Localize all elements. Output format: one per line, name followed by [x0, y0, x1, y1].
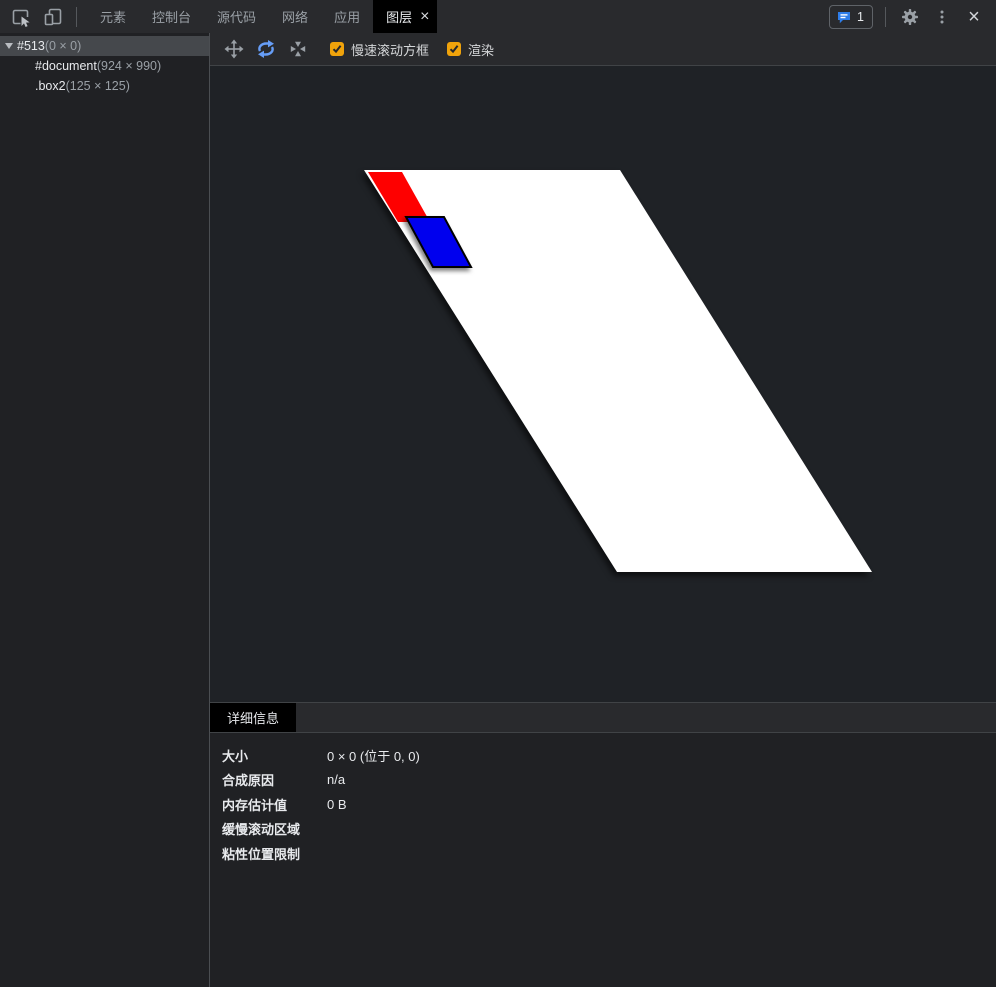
layer-tree-item-513[interactable]: #513(0 × 0)	[0, 36, 209, 56]
tab-elements[interactable]: 元素	[87, 0, 139, 33]
slow-scroll-rects-label: 慢速滚动方框	[351, 40, 429, 59]
detail-label: 缓慢滚动区域	[222, 819, 327, 838]
layer-tree-item-document[interactable]: #document(924 × 990)	[0, 56, 209, 76]
layer-tree-item-box2[interactable]: .box2(125 × 125)	[0, 76, 209, 96]
details-body: 大小 0 × 0 (位于 0, 0) 合成原因 n/a 内存估计值 0 B 缓慢…	[210, 733, 996, 987]
detail-row-slow-scroll-regions: 缓慢滚动区域	[222, 817, 996, 842]
tabbar-left-icons	[0, 0, 87, 33]
detail-label: 内存估计值	[222, 795, 327, 814]
layers-main: 慢速滚动方框 渲染	[210, 33, 996, 987]
paints-label: 渲染	[468, 40, 494, 59]
checkbox-checked-icon[interactable]	[447, 42, 461, 56]
tab-layers-label: 图层	[386, 7, 412, 26]
layers-3d-scene	[210, 66, 996, 703]
layer-name: #document	[35, 59, 97, 73]
detail-row-compositing-reason: 合成原因 n/a	[222, 768, 996, 793]
close-devtools-button[interactable]: ×	[962, 5, 986, 29]
layer-tree-sidebar: #513(0 × 0) #document(924 × 990) .box2(1…	[0, 33, 210, 987]
checkbox-checked-icon[interactable]	[330, 42, 344, 56]
pan-mode-button[interactable]	[220, 36, 248, 62]
detail-value: n/a	[327, 772, 345, 787]
rotate-mode-button[interactable]	[252, 36, 280, 62]
device-toolbar-icon	[43, 7, 63, 27]
devtools-tabbar: 元素 控制台 源代码 网络 应用 图层 × 1	[0, 0, 996, 33]
layers-3d-canvas[interactable]	[210, 66, 996, 702]
issues-counter[interactable]: 1	[829, 5, 873, 29]
layer-name: .box2	[35, 79, 66, 93]
expander-triangle-icon[interactable]	[0, 43, 17, 49]
right-divider	[885, 7, 886, 27]
details-tabbar: 详细信息	[210, 702, 996, 733]
more-vertical-icon	[934, 9, 950, 25]
paints-toggle[interactable]: 渲染	[447, 40, 494, 59]
tab-details[interactable]: 详细信息	[210, 703, 296, 732]
tab-close-icon[interactable]: ×	[420, 9, 429, 25]
tab-sources[interactable]: 源代码	[204, 0, 269, 33]
detail-label: 粘性位置限制	[222, 844, 327, 863]
close-icon: ×	[968, 7, 980, 27]
layer-size: (0 × 0)	[45, 39, 81, 53]
slow-scroll-rects-toggle[interactable]: 慢速滚动方框	[330, 40, 429, 59]
inspect-element-button[interactable]	[8, 4, 34, 30]
settings-button[interactable]	[898, 5, 922, 29]
issues-count: 1	[857, 10, 864, 24]
panel-tabs: 元素 控制台 源代码 网络 应用 图层 ×	[87, 0, 437, 33]
layer-size: (125 × 125)	[66, 79, 130, 93]
detail-label: 合成原因	[222, 770, 327, 789]
rotate-mode-icon	[255, 38, 277, 60]
issues-speech-bubble-icon	[836, 9, 852, 25]
reset-view-icon	[288, 39, 308, 59]
tab-console[interactable]: 控制台	[139, 0, 204, 33]
detail-label: 大小	[222, 746, 327, 765]
detail-row-sticky-constraints: 粘性位置限制	[222, 841, 996, 866]
details-panel: 详细信息 大小 0 × 0 (位于 0, 0) 合成原因 n/a 内存估计值 0…	[210, 702, 996, 987]
detail-row-memory-estimate: 内存估计值 0 B	[222, 792, 996, 817]
pan-mode-icon	[224, 39, 244, 59]
layer-name: #513	[17, 39, 45, 53]
tab-layers[interactable]: 图层 ×	[373, 0, 437, 33]
tabbar-divider	[76, 7, 77, 27]
detail-value: 0 × 0 (位于 0, 0)	[327, 746, 420, 765]
tabbar-right-controls: 1	[829, 0, 996, 33]
more-options-button[interactable]	[930, 5, 954, 29]
canvas-toolbar: 慢速滚动方框 渲染	[210, 33, 996, 66]
reset-view-button[interactable]	[284, 36, 312, 62]
inspect-icon	[11, 7, 31, 27]
settings-gear-icon	[900, 7, 920, 27]
tab-network[interactable]: 网络	[269, 0, 321, 33]
layer-size: (924 × 990)	[97, 59, 161, 73]
detail-value: 0 B	[327, 797, 347, 812]
devtools-window: 元素 控制台 源代码 网络 应用 图层 × 1	[0, 0, 996, 987]
layers-panel: #513(0 × 0) #document(924 × 990) .box2(1…	[0, 33, 996, 987]
tab-application[interactable]: 应用	[321, 0, 373, 33]
detail-row-size: 大小 0 × 0 (位于 0, 0)	[222, 743, 996, 768]
device-toolbar-button[interactable]	[40, 4, 66, 30]
